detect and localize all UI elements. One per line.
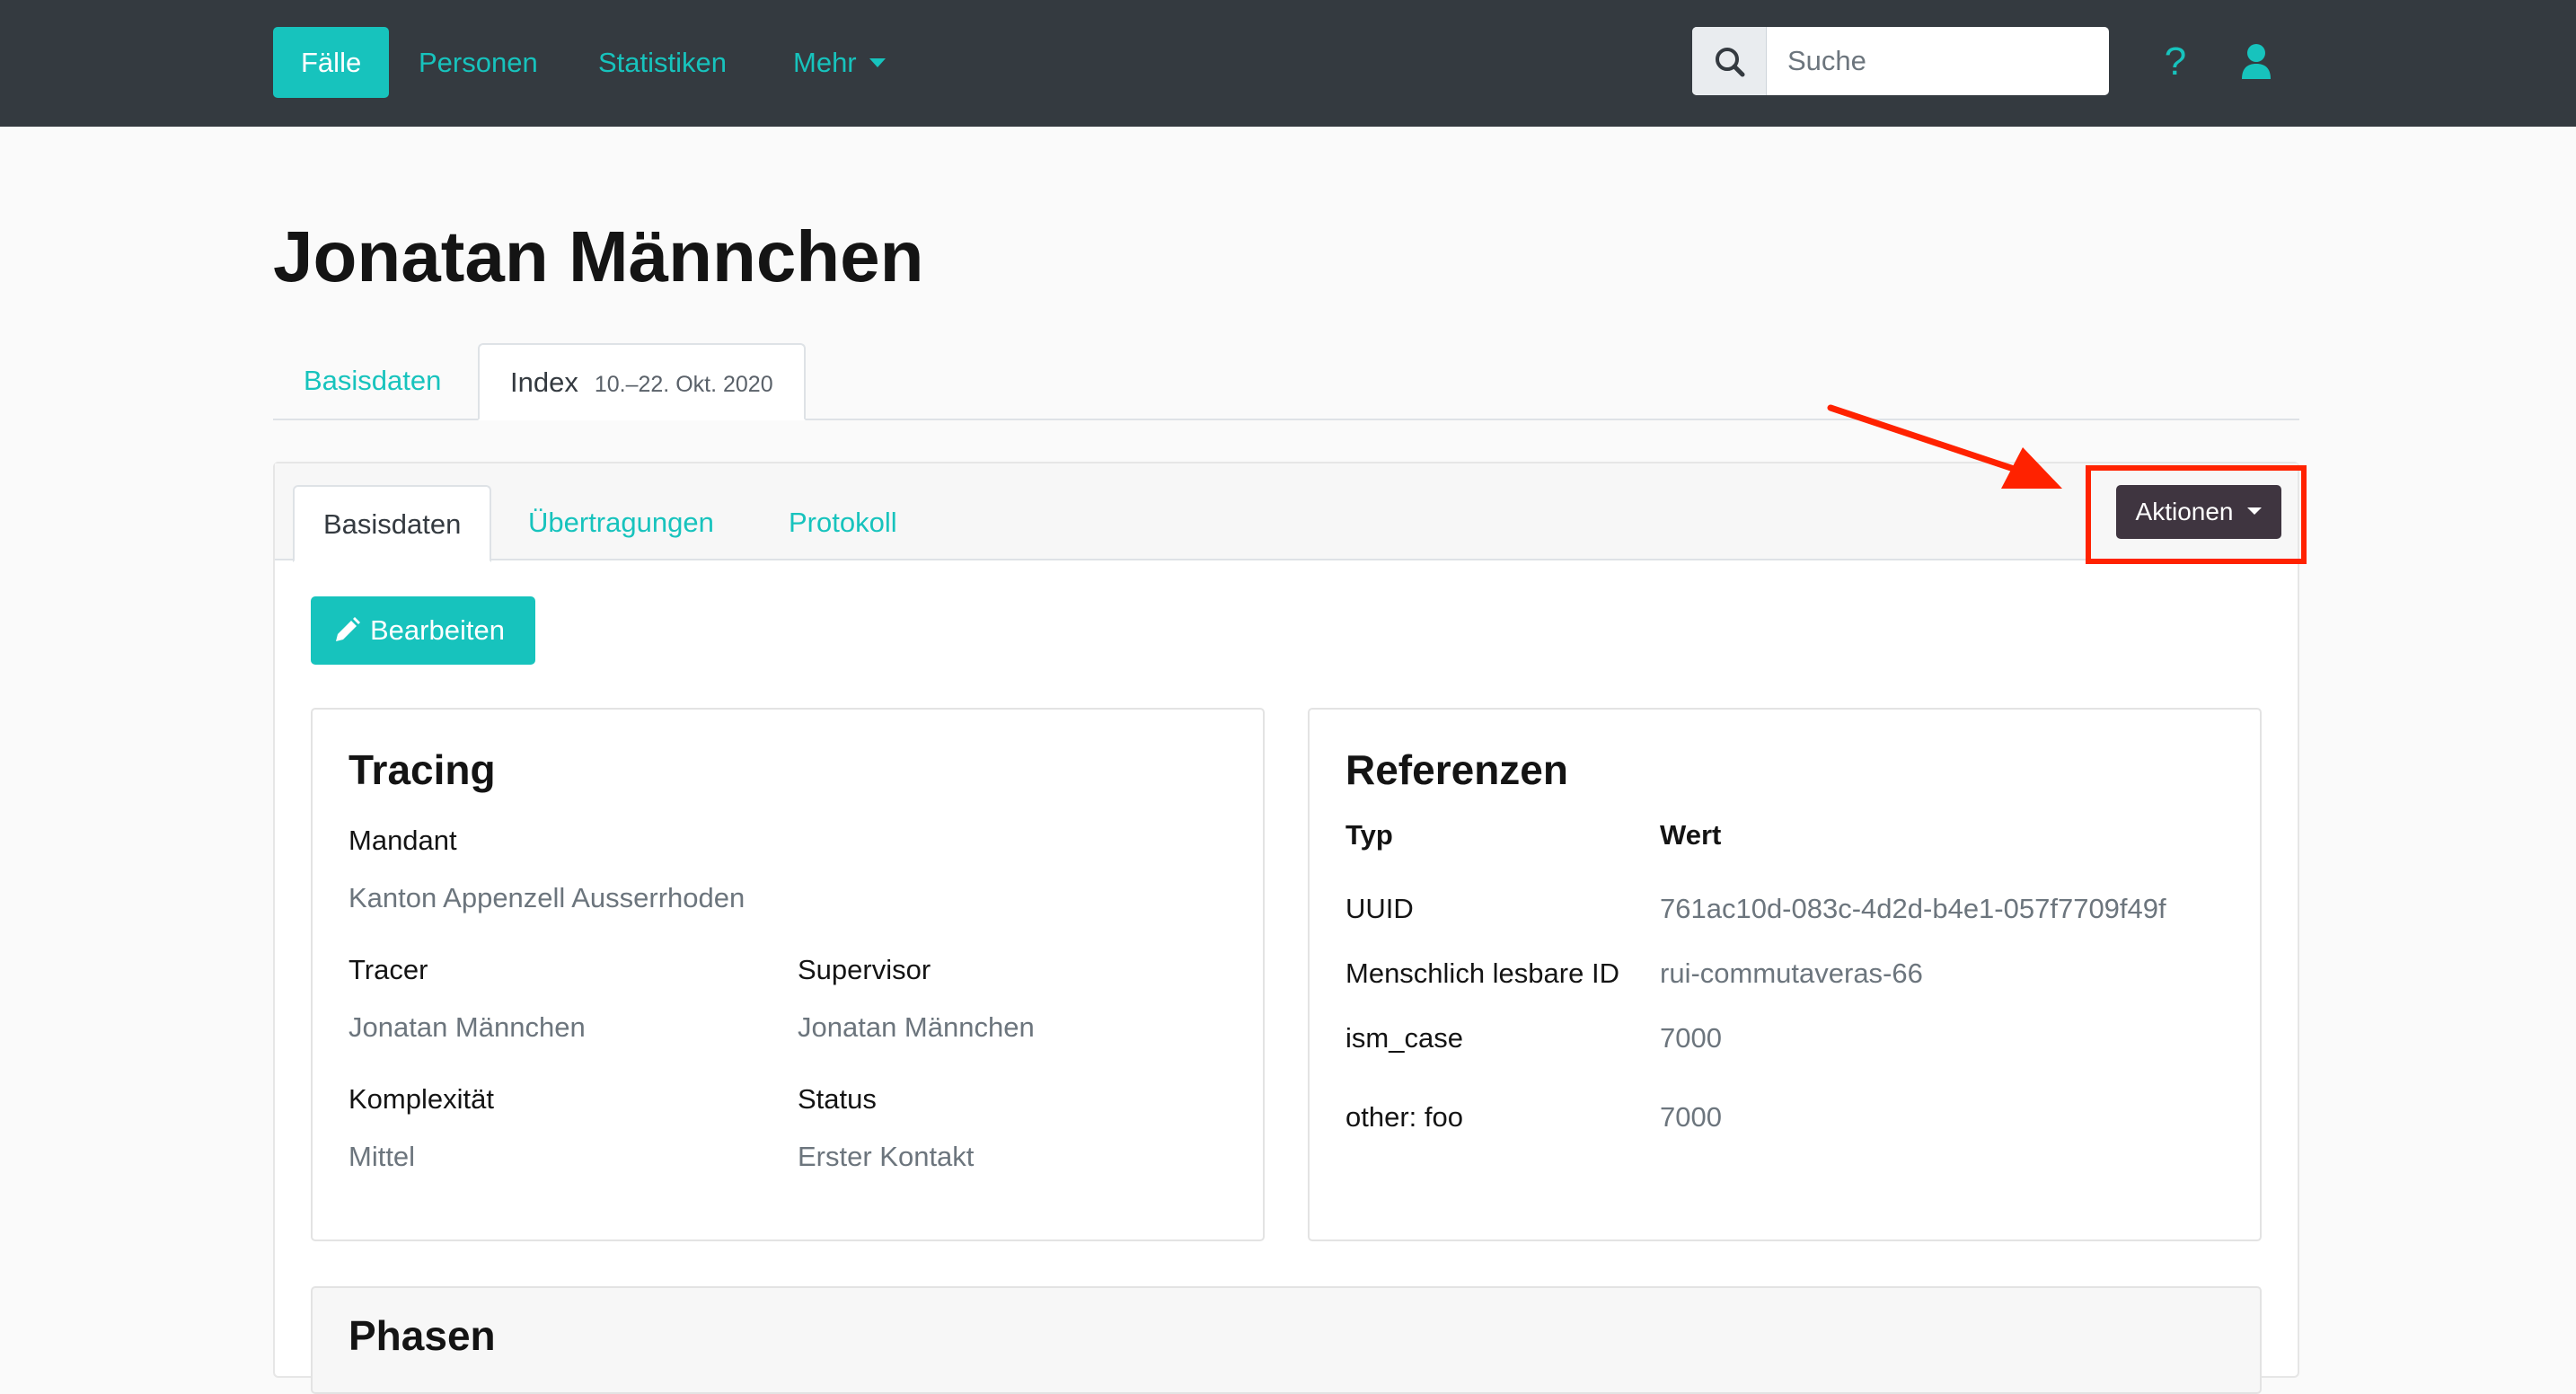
tab-index-label: Index [510, 366, 578, 398]
ref-typ-uuid: UUID [1345, 893, 1414, 924]
tab-index[interactable]: Index 10.–22. Okt. 2020 [478, 343, 806, 420]
help-icon[interactable]: ? [2159, 38, 2192, 86]
arrow-icon [1827, 404, 2062, 489]
top-navbar: Fälle Personen Statistiken Mehr ? [0, 0, 2576, 127]
bearbeiten-label: Bearbeiten [370, 614, 505, 646]
nav-item-statistiken[interactable]: Statistiken [570, 27, 754, 98]
tracer-label: Tracer [348, 954, 428, 985]
supervisor-label: Supervisor [798, 954, 931, 985]
bearbeiten-button[interactable]: Bearbeiten [311, 596, 535, 665]
status-label: Status [798, 1083, 877, 1115]
tracer-value: Jonatan Männchen [348, 1011, 586, 1043]
nav-item-faelle[interactable]: Fälle [273, 27, 390, 98]
chevron-down-icon [869, 57, 886, 67]
search-icon-box [1692, 27, 1767, 95]
tab-index-dates: 10.–22. Okt. 2020 [594, 372, 773, 397]
tab-protokoll[interactable]: Protokoll [760, 485, 926, 560]
tab-uebertragungen[interactable]: Übertragungen [499, 485, 743, 560]
pencil-icon [336, 617, 360, 641]
tracing-title: Tracing [348, 746, 496, 793]
phasen-title: Phasen [348, 1312, 496, 1359]
highlight-box [2086, 465, 2307, 564]
search-group [1692, 27, 2109, 95]
tab-inner-basisdaten[interactable]: Basisdaten [293, 485, 492, 562]
tab-basisdaten[interactable]: Basisdaten [273, 343, 472, 419]
tracing-panel: Tracing Mandant Kanton Appenzell Ausserr… [311, 708, 1265, 1241]
search-icon [1716, 48, 1745, 77]
nav-item-mehr[interactable]: Mehr [765, 27, 913, 98]
komplexitaet-label: Komplexität [348, 1083, 494, 1115]
mandant-label: Mandant [348, 825, 457, 856]
ref-wert-uuid: 761ac10d-083c-4d2d-b4e1-057f7709f49f [1660, 893, 2166, 924]
header-typ: Typ [1345, 819, 1393, 851]
status-value: Erster Kontakt [798, 1141, 975, 1172]
page-title: Jonatan Männchen [273, 216, 924, 296]
ref-typ-human-id: Menschlich lesbare ID [1345, 957, 1619, 989]
ref-wert-human-id: rui-commutaveras-66 [1660, 957, 1923, 989]
ref-wert-other-foo: 7000 [1660, 1101, 1722, 1133]
ref-typ-ism-case: ism_case [1345, 1022, 1463, 1054]
ref-typ-other-foo: other: foo [1345, 1101, 1463, 1133]
supervisor-value: Jonatan Männchen [798, 1011, 1035, 1043]
user-icon[interactable] [2240, 43, 2272, 79]
komplexitaet-value: Mittel [348, 1141, 416, 1172]
referenzen-title: Referenzen [1345, 746, 1568, 793]
header-wert: Wert [1660, 819, 1722, 851]
ref-wert-ism-case: 7000 [1660, 1022, 1722, 1054]
nav-item-mehr-label: Mehr [793, 47, 857, 78]
nav-item-personen[interactable]: Personen [391, 27, 566, 98]
referenzen-panel: Referenzen Typ Wert UUID 761ac10d-083c-4… [1308, 708, 2262, 1241]
phasen-panel: Phasen [311, 1286, 2262, 1394]
mandant-value: Kanton Appenzell Ausserrhoden [348, 882, 745, 913]
